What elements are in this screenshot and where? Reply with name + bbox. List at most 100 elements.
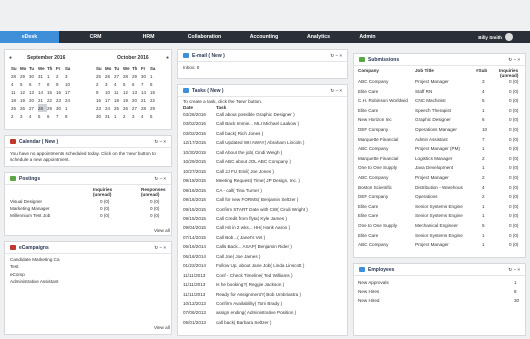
submission-job[interactable]: CNC Machinist [415,98,446,103]
calendar-day[interactable]: 29 [20,72,29,80]
calendar-day[interactable]: 1 [65,104,74,112]
submission-job[interactable]: Project Manager (PM) [415,146,460,151]
calendar-day[interactable]: 2 [96,80,105,88]
calendar-day[interactable]: 13 [29,88,38,96]
task-item[interactable]: Ready for Assignment?( Bob Umbriastra ) [216,292,301,297]
calendar-day[interactable]: 14 [38,88,47,96]
calendar-day[interactable]: 27 [132,104,141,112]
submission-company[interactable]: Marquette Financial [358,156,398,161]
submission-company[interactable]: C.H. Robinson Worldwid [358,98,408,103]
email-title[interactable]: E-mail ( New ) [192,53,225,59]
calendar-day[interactable]: 6 [132,80,141,88]
task-item[interactable]: Call Bob...( Janet's Vet ) [216,235,265,240]
calendar-day[interactable]: 7 [38,80,47,88]
posting-name[interactable]: Marketing Manager [10,206,50,211]
calendar-day[interactable]: 30 [96,112,105,120]
calendar-day[interactable]: 20 [29,96,38,104]
calendar-day[interactable]: 10 [65,80,74,88]
calendar-day[interactable]: 5 [20,80,29,88]
submission-company[interactable]: Elite Care [358,108,378,113]
employee-stat-label[interactable]: New Hires [358,289,379,294]
calendar-day[interactable]: 4 [114,80,123,88]
calendar-day[interactable]: 9 [56,80,65,88]
calendar-day[interactable]: 26 [123,104,132,112]
task-item[interactable]: Meeting Request( Time( JP Design, Inc. ) [216,178,300,183]
calendar-day[interactable]: 6 [29,80,38,88]
task-item[interactable]: Call About the job( Cindi Weigh ) [216,150,282,155]
submission-company[interactable]: ABC Company [358,79,388,84]
calendar-day[interactable]: 17 [65,88,74,96]
calendar-day[interactable]: 27 [114,72,123,80]
next-month-icon[interactable]: ● [166,55,169,61]
tab-edesk[interactable]: eDesk [0,31,59,43]
calendar-day[interactable]: 1 [150,72,159,80]
ecampaign-item[interactable]: eComp [10,272,25,277]
postings-view-all[interactable]: View all [154,228,170,233]
calendar-day[interactable]: 4 [141,112,150,120]
submission-job[interactable]: Senior Systems Engine [415,233,463,238]
submission-company[interactable]: Elite Care [358,233,378,238]
calendar-day[interactable]: 12 [20,88,29,96]
calendar-day[interactable]: 23 [96,104,105,112]
panel-controls-icon[interactable]: ↻ – × [508,57,520,63]
prev-month-icon[interactable]: ● [9,55,12,61]
task-item[interactable]: Call back( Rich Jones ) [216,131,263,136]
calendar-day[interactable]: 15 [47,88,56,96]
calendar-day[interactable]: 30 [56,104,65,112]
calendar-day[interactable]: 3 [132,112,141,120]
submission-company[interactable]: DEF Company [358,127,388,132]
ecampaign-item[interactable]: Candidate Marketing Ca [10,257,60,262]
calendar-day[interactable]: 31 [38,72,47,80]
calendar-day[interactable]: 4 [11,80,20,88]
submission-company[interactable]: Elite Care [358,204,378,209]
calendar-day[interactable]: 4 [29,112,38,120]
calendar-day[interactable]: 30 [141,72,150,80]
calendar-day[interactable]: 11 [114,88,123,96]
submission-company[interactable]: One to One Supply [358,223,397,228]
submission-job[interactable]: Java Development [415,165,453,170]
task-item[interactable]: Call Joe( Joe James ) [216,254,260,259]
task-item[interactable]: Calls Back... ASAP( Benjamin Rider ) [216,244,292,249]
calendar-day[interactable]: 25 [11,104,20,112]
submission-company[interactable]: New Horizon Inc [358,117,392,122]
calendar-day[interactable]: 24 [105,104,114,112]
calendar-day[interactable]: 28 [123,72,132,80]
tab-analytics[interactable]: Analytics [296,31,341,43]
submission-company[interactable]: ABC Company [358,175,388,180]
calendar-panel-title[interactable]: Calendar ( New ) [19,139,58,145]
submission-job[interactable]: Distribution - Warehous [415,185,463,190]
submission-company[interactable]: ABC Company [358,146,388,151]
employee-stat-label[interactable]: New Hired [358,298,379,303]
task-item[interactable]: Call Back Immie... MLI Michael Laakow ) [216,121,299,126]
calendar-day[interactable]: 29 [150,104,159,112]
task-item[interactable]: Call for new FORMS( Benjamin Seltzer ) [216,197,298,202]
submission-job[interactable]: Operations Manager [415,127,457,132]
submission-company[interactable]: One to One Supply [358,165,397,170]
submission-job[interactable]: Project Manager [415,79,449,84]
employee-stat-label[interactable]: New Approvals [358,280,389,285]
task-item[interactable]: Confirm START Date with CW( Cindi Wright… [216,207,308,212]
submission-job[interactable]: Project Manager [415,242,449,247]
posting-name[interactable]: Millennium Test Job [10,213,50,218]
calendar-day[interactable]: 8 [65,112,74,120]
task-item[interactable]: Follow Up, about Jane Job( Linda Linscot… [216,263,304,268]
calendar-day[interactable]: 27 [29,104,38,112]
calendar-day[interactable]: 30 [29,72,38,80]
calendar-day[interactable]: 28 [141,104,150,112]
task-item[interactable]: Confirm Availability( Tom Brady ) [216,301,282,306]
submission-company[interactable]: Boston Scientific [358,185,392,190]
task-item[interactable]: Call about possible Graphic Designer ) [216,112,295,117]
calendar-day[interactable]: 28 [11,72,20,80]
calendar-day[interactable]: 25 [96,72,105,80]
tab-accounting[interactable]: Accounting [238,31,290,43]
panel-controls-icon[interactable]: ↻ – × [330,53,342,59]
calendar-day[interactable]: 2 [56,72,65,80]
calendar-day[interactable]: 5 [123,80,132,88]
task-item[interactable]: call back( Barbara Seltzer ) [216,320,271,325]
calendar-day[interactable]: 26 [20,104,29,112]
calendar-day[interactable]: 12 [123,88,132,96]
calendar-day[interactable]: 3 [105,80,114,88]
calendar-day[interactable]: 6 [47,112,56,120]
calendar-day[interactable]: 23 [56,96,65,104]
panel-controls-icon[interactable]: ↻ – × [154,245,166,251]
